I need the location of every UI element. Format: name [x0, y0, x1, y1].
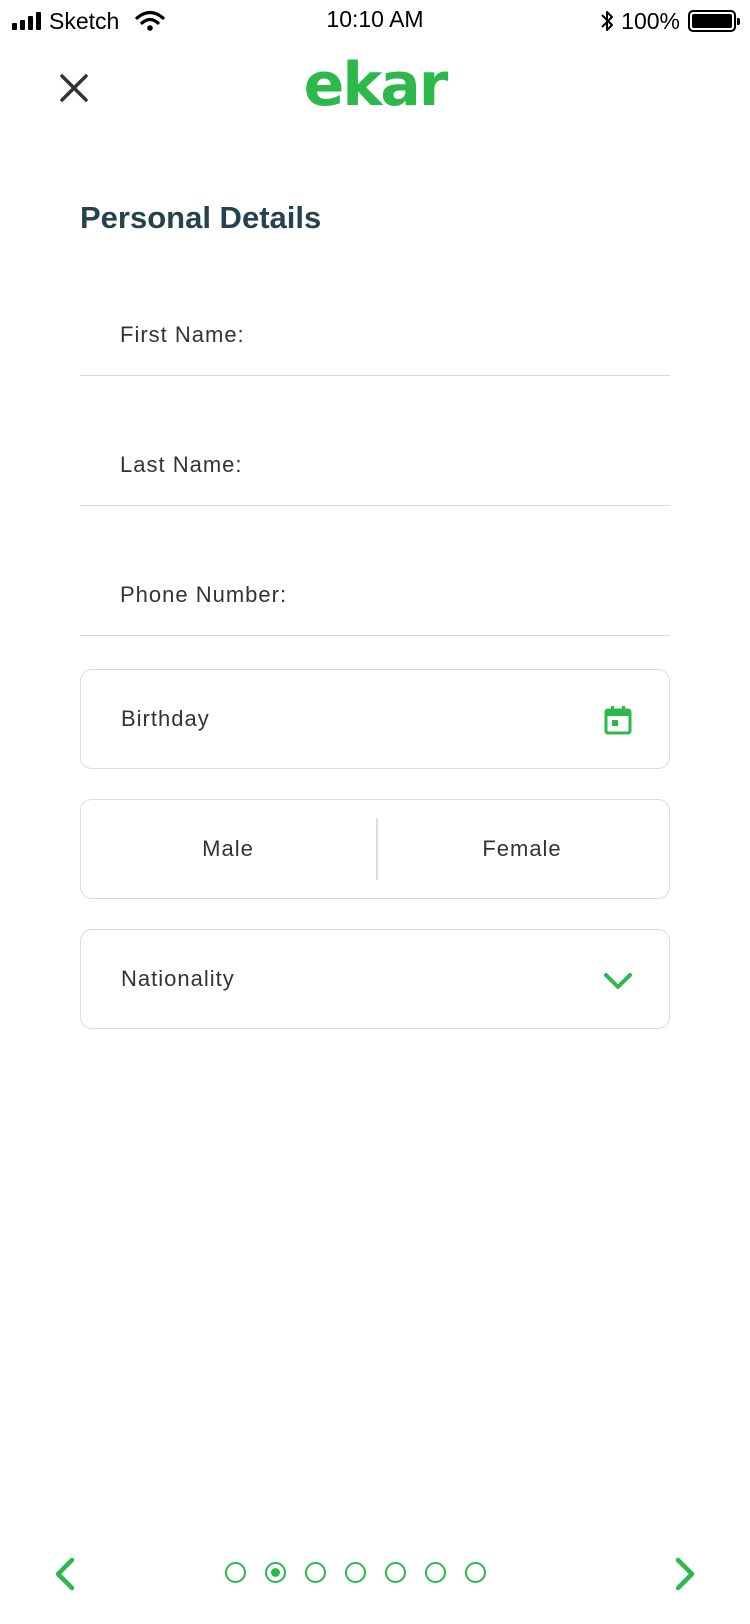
- nationality-label: Nationality: [121, 966, 235, 991]
- battery-fill: [692, 14, 732, 28]
- status-right: 100%: [599, 6, 740, 36]
- step-dot-6[interactable]: [425, 1562, 446, 1583]
- step-dot-3[interactable]: [305, 1562, 326, 1583]
- step-dot-1[interactable]: [225, 1562, 246, 1583]
- birthday-label: Birthday: [121, 706, 210, 731]
- first-name-label: First Name:: [120, 322, 245, 347]
- logo: ekar: [303, 50, 449, 120]
- nationality-select[interactable]: Nationality: [80, 929, 670, 1029]
- first-name-field[interactable]: First Name:: [80, 296, 670, 376]
- bluetooth-icon: [601, 11, 614, 31]
- birthday-field[interactable]: Birthday: [80, 669, 670, 769]
- status-bar: Sketch 10:10 AM 100%: [0, 0, 750, 42]
- gender-selector: Male Female: [80, 799, 670, 899]
- page-title: Personal Details: [80, 200, 322, 235]
- step-pager: [225, 1562, 486, 1583]
- battery-icon: [688, 10, 740, 32]
- phone-number-field[interactable]: Phone Number:: [80, 556, 670, 636]
- phone-number-label: Phone Number:: [120, 582, 288, 607]
- step-dot-4[interactable]: [345, 1562, 366, 1583]
- step-dot-5[interactable]: [385, 1562, 406, 1583]
- chevron-down-icon[interactable]: [603, 965, 633, 995]
- battery-percentage: 100%: [621, 7, 680, 34]
- chevron-right-icon[interactable]: [670, 1556, 700, 1592]
- last-name-field[interactable]: Last Name:: [80, 426, 670, 506]
- chevron-left-icon[interactable]: [50, 1556, 80, 1592]
- step-dot-7[interactable]: [465, 1562, 486, 1583]
- last-name-label: Last Name:: [120, 452, 243, 477]
- gender-female-option[interactable]: Female: [375, 800, 669, 898]
- step-dot-2[interactable]: [265, 1562, 286, 1583]
- calendar-icon[interactable]: [603, 705, 633, 735]
- gender-male-option[interactable]: Male: [81, 800, 375, 898]
